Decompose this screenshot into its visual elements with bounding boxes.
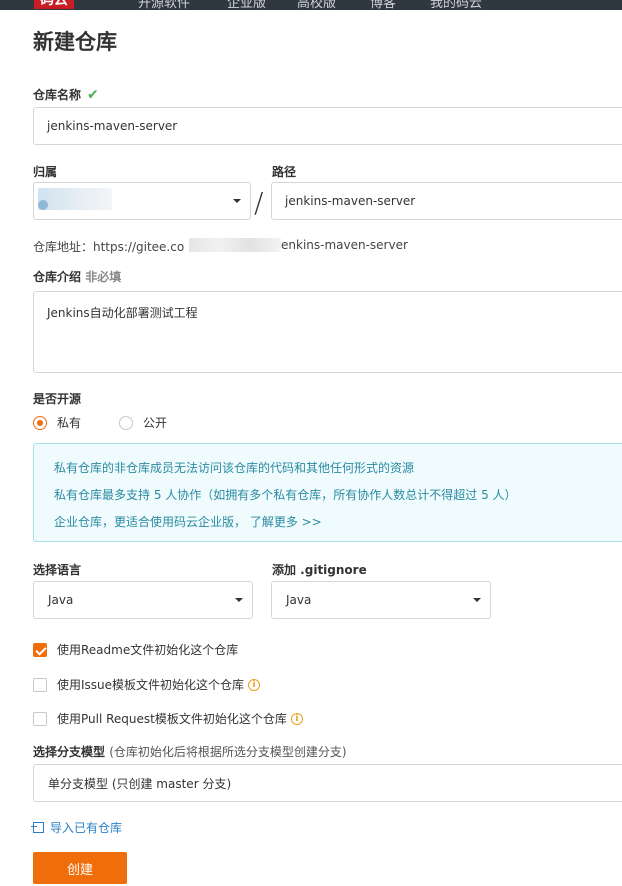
top-navbar: 码云 开源软件 企业版 高校版 博客 我的码云 [0,0,622,10]
radio-private[interactable]: 私有 [33,414,81,431]
path-separator: / [254,186,264,219]
repo-address: 仓库地址：https://gitee.co enkins-maven-server [33,238,408,254]
info-icon[interactable]: i [290,712,303,725]
branch-model-label: 选择分支模型 (仓库初始化后将根据所选分支模型创建分支) [33,745,347,759]
address-blurred [189,238,281,252]
radio-public[interactable]: 公开 [119,414,167,431]
nav-my-gitee[interactable]: 我的码云 [430,0,482,10]
gitignore-select[interactable]: Java [271,581,491,619]
optional-tag: 非必填 [85,270,122,284]
branch-model-hint: (仓库初始化后将根据所选分支模型创建分支) [109,745,347,759]
gitignore-label: 添加 .gitignore [272,563,367,577]
nav-blog[interactable]: 博客 [370,0,396,10]
checkbox-box[interactable] [33,711,47,726]
pr-template-checkbox[interactable]: 使用Pull Request模板文件初始化这个仓库 i [33,710,303,727]
path-input[interactable]: jenkins-maven-server [271,182,622,220]
gitee-logo[interactable]: 码云 [34,0,74,9]
language-select[interactable]: Java [33,581,253,619]
chevron-down-icon [233,199,241,203]
create-button[interactable]: 创建 [33,852,127,884]
intro-textarea[interactable]: Jenkins自动化部署测试工程 [33,291,622,373]
checkbox-box[interactable] [33,642,47,657]
issue-template-checkbox[interactable]: 使用Issue模板文件初始化这个仓库 i [33,676,261,693]
checkbox-box[interactable] [33,677,47,692]
notice-learn-more-link[interactable]: 企业仓库，更适合使用码云企业版， 了解更多 >> [54,513,322,530]
owner-label: 归属 [33,165,58,179]
import-repo-link[interactable]: 导入已有仓库 [31,819,122,836]
info-icon[interactable]: i [248,678,261,691]
radio-dot[interactable] [33,415,47,430]
chevron-down-icon [235,598,243,602]
page-title: 新建仓库 [33,30,117,54]
valid-check-icon: ✔ [87,87,99,103]
nav-open-source[interactable]: 开源软件 [138,0,190,10]
private-notice: 私有仓库的非仓库成员无法访问该仓库的代码和其他任何形式的资源 私有仓库最多支持 … [33,443,622,542]
import-icon [31,822,44,833]
notice-line: 私有仓库的非仓库成员无法访问该仓库的代码和其他任何形式的资源 [54,461,415,475]
radio-dot[interactable] [119,415,133,430]
open-source-label: 是否开源 [33,392,82,406]
repo-name-label: 仓库名称 ✔ [33,87,99,103]
notice-line: 私有仓库最多支持 5 人协作（如拥有多个私有仓库，所有协作人数总计不得超过 5 … [54,488,517,502]
repo-name-input[interactable]: jenkins-maven-server [33,107,622,145]
path-label: 路径 [272,165,297,179]
language-label: 选择语言 [33,563,82,577]
nav-university[interactable]: 高校版 [297,0,336,10]
nav-enterprise[interactable]: 企业版 [227,0,266,10]
owner-avatar-blurred [38,188,112,210]
chevron-down-icon [473,598,481,602]
avatar [38,200,48,210]
branch-model-select[interactable]: 单分支模型 (只创建 master 分支) [33,764,622,802]
intro-label: 仓库介绍 非必填 [33,270,122,284]
readme-checkbox[interactable]: 使用Readme文件初始化这个仓库 [33,641,238,658]
